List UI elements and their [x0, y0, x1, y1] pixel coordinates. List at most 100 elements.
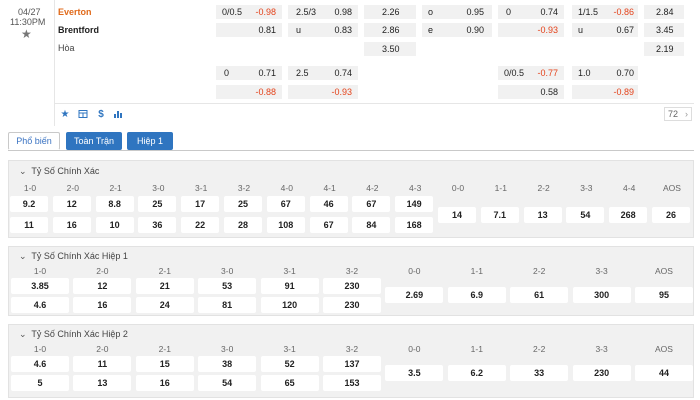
odds-cell[interactable]: 2.26	[364, 5, 416, 19]
tab-half-1[interactable]: Hiệp 1	[127, 132, 173, 150]
score-odds[interactable]: 15	[135, 356, 194, 372]
score-odds[interactable]: 10	[95, 217, 134, 233]
draw-score-odds[interactable]: 3.5	[385, 365, 444, 381]
odds-cell[interactable]: 0/0.5 -0.77	[498, 66, 564, 80]
score-odds[interactable]: 137	[323, 356, 381, 372]
score-odds[interactable]: 11	[73, 356, 132, 372]
score-odds[interactable]: 8.8	[95, 196, 134, 212]
score-odds[interactable]: 36	[138, 217, 177, 233]
score-odds[interactable]: 84	[352, 217, 391, 233]
odds-cell[interactable]: 0/0.5 -0.98	[216, 5, 282, 19]
score-odds[interactable]: 22	[181, 217, 220, 233]
score-odds[interactable]: 25	[138, 196, 177, 212]
draw-score-odds[interactable]: 6.9	[447, 287, 506, 303]
draw-score-odds[interactable]: 61	[510, 287, 569, 303]
score-odds[interactable]: 11	[10, 217, 48, 233]
score-odds[interactable]: 67	[266, 196, 305, 212]
odds-cell[interactable]: u 0.83	[288, 23, 358, 37]
score-odds[interactable]: 46	[309, 196, 348, 212]
score-odds[interactable]: 16	[135, 375, 194, 391]
score-odds[interactable]: 16	[73, 297, 132, 313]
draw-score-odds[interactable]: 230	[572, 365, 631, 381]
odds-value: 3.50	[382, 44, 400, 54]
score-odds[interactable]: 38	[198, 356, 257, 372]
score-odds[interactable]: 4.6	[11, 356, 69, 372]
score-odds[interactable]: 67	[352, 196, 391, 212]
draw-score-odds[interactable]: 268	[609, 207, 648, 223]
draw-score-odds[interactable]: 26	[652, 207, 690, 223]
star-icon[interactable]: ★	[21, 27, 32, 41]
draw-score-odds[interactable]: 13	[523, 207, 562, 223]
score-odds[interactable]: 24	[135, 297, 194, 313]
tab-full-match[interactable]: Toàn Trận	[66, 132, 122, 150]
section-header[interactable]: ⌄ Tỷ Số Chính Xác Hiệp 1	[19, 251, 128, 262]
score-odds[interactable]: 17	[181, 196, 220, 212]
odds-cell[interactable]: 3.45	[644, 23, 684, 37]
odds-cell[interactable]: o 0.95	[422, 5, 492, 19]
score-header: 3-0	[221, 266, 234, 276]
odds-cell[interactable]: -0.89	[572, 85, 638, 99]
score-odds[interactable]: 81	[198, 297, 257, 313]
score-odds[interactable]: 52	[260, 356, 319, 372]
score-odds[interactable]: 65	[260, 375, 319, 391]
score-odds[interactable]: 54	[198, 375, 257, 391]
draw-score-odds[interactable]: 54	[566, 207, 605, 223]
score-odds[interactable]: 21	[135, 278, 194, 294]
draw-score-odds[interactable]: 44	[635, 365, 693, 381]
odds-cell[interactable]: u 0.67	[572, 23, 638, 37]
odds-cell[interactable]: 0 0.71	[216, 66, 282, 80]
draw-score-odds[interactable]: 95	[635, 287, 693, 303]
score-odds[interactable]: 153	[323, 375, 381, 391]
odds-cell[interactable]: 0.81	[216, 23, 282, 37]
odds-cell[interactable]: 2.5/3 0.98	[288, 5, 358, 19]
section-header[interactable]: ⌄ Tỷ Số Chính Xác Hiệp 2	[19, 329, 128, 340]
odds-cell[interactable]: e 0.90	[422, 23, 492, 37]
score-odds[interactable]: 53	[198, 278, 257, 294]
draw-score-odds[interactable]: 300	[572, 287, 631, 303]
odds-cell[interactable]: -0.88	[216, 85, 282, 99]
draw-score-odds[interactable]: 33	[510, 365, 569, 381]
odds-cell[interactable]: 2.86	[364, 23, 416, 37]
score-odds[interactable]: 168	[395, 217, 434, 233]
score-odds[interactable]: 67	[309, 217, 348, 233]
bar-chart-icon[interactable]	[111, 107, 125, 121]
draw-score-odds[interactable]: 14	[438, 207, 476, 223]
away-team[interactable]: Brentford	[58, 25, 99, 35]
score-odds[interactable]: 13	[73, 375, 132, 391]
odds-cell[interactable]: 0 0.74	[498, 5, 564, 19]
draw-score-odds[interactable]: 2.69	[385, 287, 444, 303]
score-odds[interactable]: 230	[323, 297, 381, 313]
odds-cell[interactable]: 2.19	[644, 42, 684, 56]
draw-score-odds[interactable]: 6.2	[447, 365, 506, 381]
score-odds[interactable]: 12	[52, 196, 91, 212]
odds-cell[interactable]: 3.50	[364, 42, 416, 56]
score-odds[interactable]: 108	[266, 217, 305, 233]
score-odds[interactable]: 25	[224, 196, 262, 212]
score-odds[interactable]: 3.85	[11, 278, 69, 294]
stats-sheet-icon[interactable]	[76, 107, 90, 121]
home-team[interactable]: Everton	[58, 7, 92, 17]
odds-cell[interactable]: -0.93	[288, 85, 358, 99]
dollar-icon[interactable]: $	[94, 107, 108, 121]
score-odds[interactable]: 28	[224, 217, 262, 233]
odds-cell[interactable]: 2.5 0.74	[288, 66, 358, 80]
section-header[interactable]: ⌄ Tỷ Số Chính Xác	[19, 166, 99, 177]
score-odds[interactable]: 5	[11, 375, 69, 391]
score-odds[interactable]: 4.6	[11, 297, 69, 313]
favorite-star-icon[interactable]: ★	[58, 107, 72, 121]
score-odds[interactable]: 9.2	[10, 196, 48, 212]
tab-popular[interactable]: Phổ biến	[8, 132, 60, 150]
odds-cell[interactable]: -0.93	[498, 23, 564, 37]
score-odds[interactable]: 230	[323, 278, 381, 294]
score-odds[interactable]: 12	[73, 278, 132, 294]
score-odds[interactable]: 149	[395, 196, 434, 212]
score-odds[interactable]: 16	[52, 217, 91, 233]
odds-cell[interactable]: 1/1.5 -0.86	[572, 5, 638, 19]
odds-cell[interactable]: 1.0 0.70	[572, 66, 638, 80]
score-odds[interactable]: 120	[260, 297, 319, 313]
odds-cell[interactable]: 0.58	[498, 85, 564, 99]
odds-cell[interactable]: 2.84	[644, 5, 684, 19]
draw-score-odds[interactable]: 7.1	[480, 207, 519, 223]
more-markets-button[interactable]: 72 ›	[664, 107, 692, 121]
score-odds[interactable]: 91	[260, 278, 319, 294]
